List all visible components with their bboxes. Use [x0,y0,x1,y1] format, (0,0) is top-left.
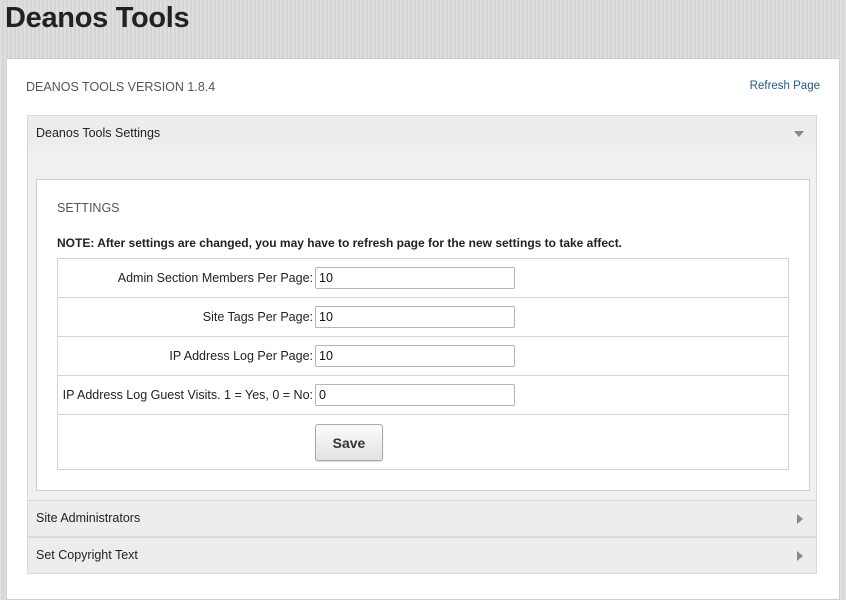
form-row-ip-log: IP Address Log Per Page: [58,337,788,376]
accordion-label: Site Administrators [36,511,141,525]
accordion-header-settings[interactable]: Deanos Tools Settings [27,115,817,152]
accordion-header-site-administrators[interactable]: Site Administrators [27,500,817,537]
version-label: DEANOS TOOLS VERSION 1.8.4 [26,80,216,94]
settings-heading: SETTINGS [57,201,120,215]
chevron-right-icon [797,551,803,561]
settings-accordion-body: SETTINGS NOTE: After settings are change… [27,151,817,500]
field-label: Admin Section Members Per Page: [117,271,313,285]
field-label: IP Address Log Per Page: [169,349,313,363]
refresh-page-link[interactable]: Refresh Page [750,80,820,92]
accordion-header-copyright[interactable]: Set Copyright Text [27,537,817,574]
form-row-admin-members: Admin Section Members Per Page: [58,259,788,298]
save-button[interactable]: Save [315,424,383,461]
ip-log-per-page-input[interactable] [315,345,515,367]
accordion-label: Deanos Tools Settings [36,126,161,140]
site-tags-per-page-input[interactable] [315,306,515,328]
field-label: IP Address Log Guest Visits. 1 = Yes, 0 … [62,388,313,402]
settings-form: Admin Section Members Per Page: Site Tag… [57,258,789,470]
settings-note: NOTE: After settings are changed, you ma… [57,236,623,250]
field-label: Site Tags Per Page: [202,310,313,324]
page-title: Deanos Tools [5,2,190,34]
chevron-down-icon [794,131,804,137]
accordion-label: Set Copyright Text [36,548,138,562]
main-panel: DEANOS TOOLS VERSION 1.8.4 Refresh Page … [6,58,840,600]
admin-members-per-page-input[interactable] [315,267,515,289]
settings-box: SETTINGS NOTE: After settings are change… [36,179,810,491]
chevron-right-icon [797,514,803,524]
ip-log-guest-visits-input[interactable] [315,384,515,406]
form-row-ip-guest: IP Address Log Guest Visits. 1 = Yes, 0 … [58,376,788,415]
form-row-site-tags: Site Tags Per Page: [58,298,788,337]
